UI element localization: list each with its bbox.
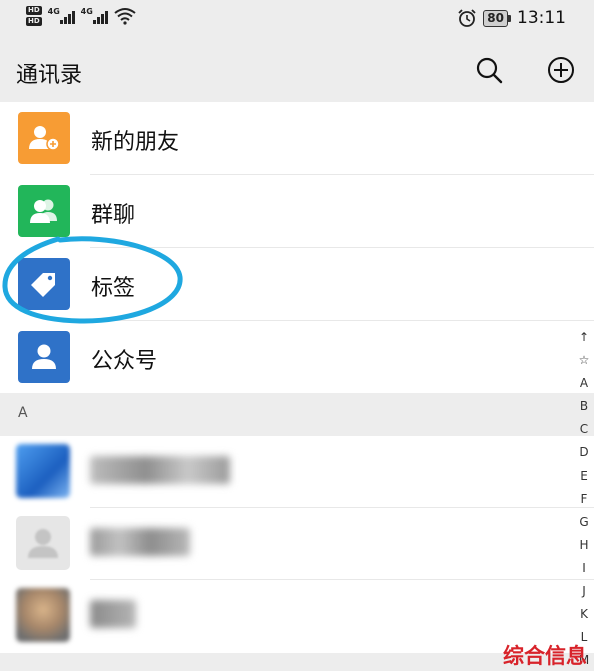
index-item[interactable]: K (580, 603, 588, 626)
signal-label-1: 4G (47, 7, 60, 16)
status-left: HD HD 4G 4G (26, 6, 136, 26)
signal-icon: 4G (47, 7, 75, 24)
add-friend-icon (18, 112, 70, 164)
tags-item[interactable]: 标签 (0, 248, 594, 321)
battery-level: 80 (483, 9, 508, 27)
section-header-a: A (0, 393, 594, 436)
index-item[interactable]: B (580, 395, 588, 418)
status-bar: HD HD 4G 4G 80 13:11 (0, 0, 594, 40)
watermark: 综合信息 (503, 644, 587, 668)
index-item[interactable]: D (579, 441, 588, 464)
index-item[interactable]: I (582, 557, 586, 580)
avatar (16, 444, 70, 498)
tag-icon (18, 258, 70, 310)
section-letter: A (18, 405, 28, 421)
add-icon[interactable] (546, 55, 576, 85)
page-title: 通讯录 (16, 63, 83, 88)
hd-icon: HD HD (26, 6, 42, 26)
contact-row[interactable] (0, 508, 594, 580)
group-chat-icon (18, 185, 70, 237)
header: 通讯录 (0, 40, 594, 102)
index-item[interactable]: C (580, 418, 588, 441)
signal-icon-2: 4G (80, 7, 108, 24)
status-right: 80 13:11 (457, 8, 566, 28)
contact-name-blurred (90, 456, 230, 484)
contact-row[interactable] (0, 436, 594, 508)
avatar (16, 516, 70, 570)
new-friends-label: 新的朋友 (91, 130, 180, 155)
battery-icon: 80 (483, 9, 511, 27)
wifi-icon (114, 8, 136, 25)
index-item[interactable]: A (580, 372, 588, 395)
alphabet-index[interactable]: ↑ ☆ A B C D E F G H I J K L M (574, 326, 594, 671)
official-accounts-label: 公众号 (91, 349, 158, 374)
alarm-icon (458, 9, 476, 27)
hd-badge-1: HD (26, 6, 42, 15)
index-item[interactable]: ☆ (579, 349, 590, 372)
contact-name-blurred (90, 600, 136, 628)
official-accounts-item[interactable]: 公众号 (0, 321, 594, 394)
group-chat-label: 群聊 (91, 203, 136, 228)
status-time: 13:11 (517, 8, 566, 28)
group-chat-item[interactable]: 群聊 (0, 175, 594, 248)
search-icon[interactable] (474, 55, 504, 85)
index-item[interactable]: J (582, 580, 586, 603)
index-item[interactable]: H (579, 534, 588, 557)
index-item[interactable]: ↑ (579, 326, 589, 349)
contact-name-blurred (90, 528, 190, 556)
official-account-icon (18, 331, 70, 383)
tags-label: 标签 (91, 276, 136, 301)
hd-badge-2: HD (26, 17, 42, 26)
index-item[interactable]: E (580, 465, 588, 488)
contacts-list: 新的朋友 群聊 标签 公众号 A (0, 102, 594, 671)
index-item[interactable]: F (581, 488, 588, 511)
avatar (16, 588, 70, 642)
signal-label-2: 4G (80, 7, 93, 16)
index-item[interactable]: G (579, 511, 588, 534)
new-friends-item[interactable]: 新的朋友 (0, 102, 594, 175)
